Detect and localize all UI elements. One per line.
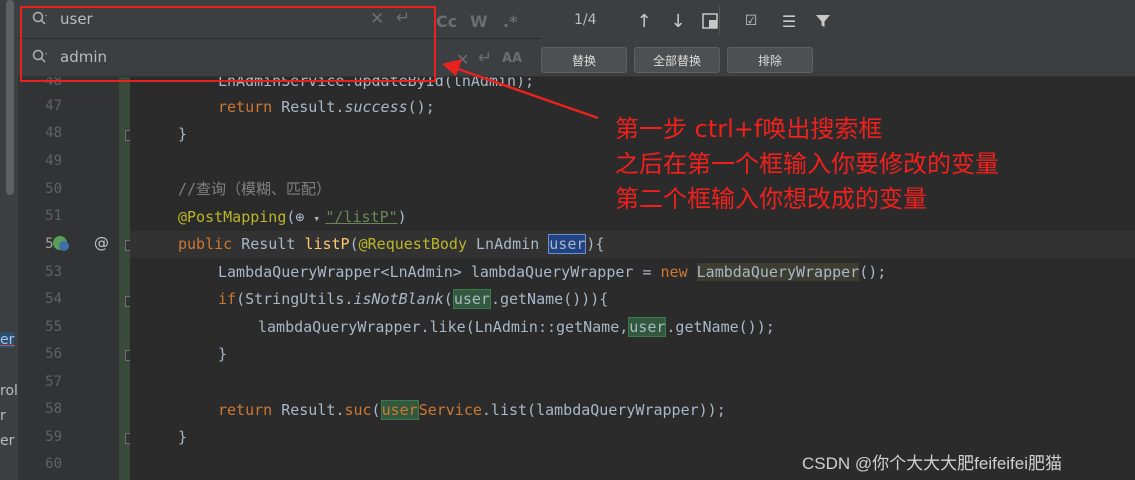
- annotation-line: 第一步 ctrl+f唤出搜索框: [615, 115, 883, 143]
- watermark: CSDN @你个大大大肥feifeifei肥猫: [802, 454, 1063, 473]
- annotation-text: 第一步 ctrl+f唤出搜索框 之后在第一个框输入你要修改的变量 第二个框输入你…: [615, 112, 1085, 217]
- annotation-arrow: [442, 59, 599, 120]
- annotation-line: 之后在第一个框输入你要修改的变量: [615, 150, 999, 178]
- annotation-line: 第二个框输入你想改成的变量: [615, 185, 927, 213]
